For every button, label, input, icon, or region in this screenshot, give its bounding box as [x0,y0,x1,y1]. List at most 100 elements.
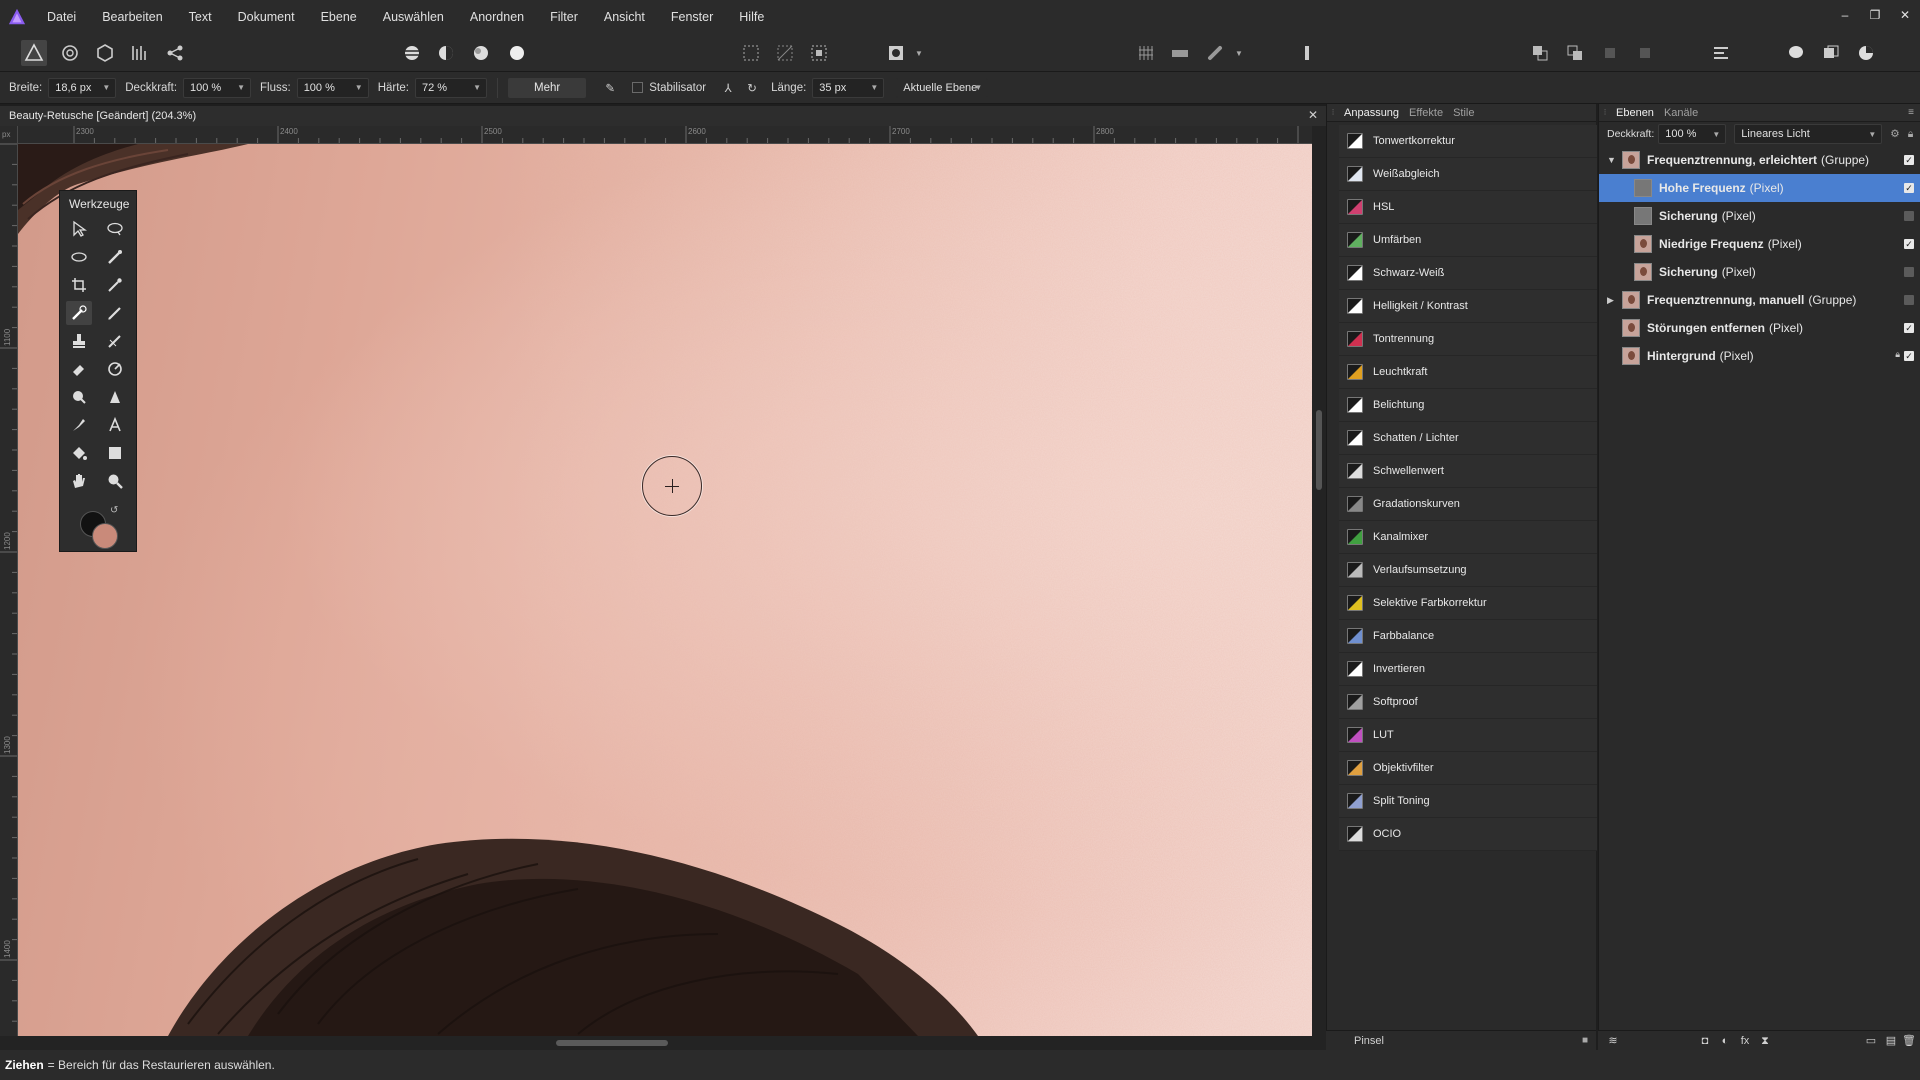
pixel-brush-tool-icon[interactable] [102,329,128,353]
snapping-icon[interactable] [1202,40,1228,66]
smudge-tool-icon[interactable] [66,385,92,409]
tab-styles[interactable]: Stile [1448,107,1479,119]
layer-scope-dropdown-icon[interactable]: ▼ [974,83,982,92]
quick-mask-icon[interactable] [883,40,909,66]
adjustment-item[interactable]: Split Toning [1339,785,1597,818]
layer-visibility-checkbox[interactable] [1904,267,1914,277]
quick-mask-dropdown-icon[interactable]: ▼ [913,40,925,66]
collapse-group-icon[interactable]: ▼ [1607,155,1619,165]
lasso-select-tool-icon[interactable] [102,217,128,241]
selection-brush-tool-icon[interactable] [102,245,128,269]
auto-colors-icon[interactable] [468,40,494,66]
flow-dropdown-icon[interactable]: ▼ [355,83,363,92]
document-tab[interactable]: Beauty-Retusche [Geändert] (204.3%) ✕ [0,106,1326,126]
delete-layer-icon[interactable]: 🗑︎ [1902,1034,1916,1048]
eraser-tool-icon[interactable] [66,357,92,381]
help-icon[interactable] [1818,40,1844,66]
adjustment-item[interactable]: Tontrennung [1339,323,1597,356]
add-pixel-layer-icon[interactable]: ▤ [1884,1034,1898,1048]
layer-opacity-dropdown-icon[interactable]: ▼ [1712,130,1720,139]
rope-mode-icon[interactable]: ⅄ [718,78,738,98]
layer-visibility-checkbox[interactable]: ✓ [1904,239,1914,249]
blend-options-gear-icon[interactable]: ⚙ [1890,128,1899,140]
affinity-photo-logo-icon[interactable] [0,0,34,34]
add-mask-icon[interactable]: ◘ [1698,1034,1712,1048]
tone-mapping-persona-icon[interactable] [127,40,153,66]
dodge-tool-icon[interactable] [102,357,128,381]
width-dropdown-icon[interactable]: ▼ [102,83,110,92]
invert-selection-icon[interactable] [806,40,832,66]
opacity-dropdown-icon[interactable]: ▼ [237,83,245,92]
adjustment-item[interactable]: Invertieren [1339,653,1597,686]
freehand-select-tool-icon[interactable] [66,245,92,269]
secondary-color-swatch[interactable] [92,523,118,549]
fill-tool-icon[interactable] [66,441,92,465]
stabilizer-checkbox[interactable] [632,82,644,93]
layer-stack-icon[interactable]: ≋ [1606,1034,1620,1048]
adjustment-item[interactable]: Weißabgleich [1339,158,1597,191]
adjustment-item[interactable]: Softproof [1339,686,1597,719]
add-adjustment-icon[interactable]: ◐ [1718,1034,1732,1048]
tab-channels[interactable]: Kanäle [1659,107,1703,119]
layer-row[interactable]: Störungen entfernen (Pixel) ✓ [1599,314,1920,342]
adjustment-item[interactable]: Tonwertkorrektur [1339,125,1597,158]
layer-row[interactable]: Niedrige Frequenz (Pixel) ✓ [1599,230,1920,258]
length-field[interactable]: 35 px ▼ [812,77,885,98]
blend-mode-dropdown-icon[interactable]: ▼ [1868,130,1876,139]
clone-stamp-tool-icon[interactable] [66,329,92,353]
adjustment-item[interactable]: Schwarz-Weiß [1339,257,1597,290]
color-picker-tool-icon[interactable] [102,273,128,297]
personas-chat-icon[interactable] [1783,40,1809,66]
layer-scope-select[interactable]: Aktuelle Ebene ▼ [896,77,989,98]
hand-tool-icon[interactable] [66,469,92,493]
adjustment-item[interactable]: Selektive Farbkorrektur [1339,587,1597,620]
menu-item[interactable]: Dokument [225,0,308,34]
arrange-bottom-icon[interactable] [1632,40,1658,66]
menu-item[interactable]: Ebene [308,0,370,34]
brush-pressure-icon[interactable]: ✎ [600,78,620,98]
paint-brush-tool-icon[interactable] [102,301,128,325]
window-mode-icon[interactable]: ↻ [742,78,762,98]
restore-button[interactable]: ❐ [1860,0,1890,30]
expand-group-icon[interactable]: ▶ [1607,295,1619,306]
panel-grip-icon[interactable]: ⁝ [1327,107,1339,118]
adjustment-item[interactable]: Schatten / Lichter [1339,422,1597,455]
liquify-persona-icon[interactable] [57,40,83,66]
layer-row[interactable]: Sicherung (Pixel) [1599,202,1920,230]
context-toolbar-toggle-icon[interactable] [1294,40,1320,66]
layer-row[interactable]: Hohe Frequenz (Pixel) ✓ [1599,174,1920,202]
snapping-dropdown-icon[interactable]: ▼ [1233,40,1245,66]
adjustment-item[interactable]: Kanalmixer [1339,521,1597,554]
arrange-forward-icon[interactable] [1527,40,1553,66]
assistant-icon[interactable] [1167,40,1193,66]
layer-opacity-field[interactable]: 100 % ▼ [1658,124,1727,144]
auto-white-balance-icon[interactable] [504,40,530,66]
menu-item[interactable]: Ansicht [591,0,658,34]
horizontal-scrollbar[interactable] [0,1036,1326,1050]
auto-levels-icon[interactable] [399,40,425,66]
menu-item[interactable]: Datei [34,0,89,34]
export-persona-icon[interactable] [162,40,188,66]
lock-icon[interactable]: 🔒︎ [1908,128,1914,141]
layer-visibility-checkbox[interactable]: ✓ [1904,351,1914,361]
adjustment-item[interactable]: Leuchtkraft [1339,356,1597,389]
adjustment-item[interactable]: Umfärben [1339,224,1597,257]
menu-item[interactable]: Auswählen [370,0,457,34]
align-icon[interactable] [1708,40,1734,66]
layer-lock-icon[interactable]: 🔒︎ [1895,349,1900,360]
adjustment-item[interactable]: Gradationskurven [1339,488,1597,521]
footer-menu-icon[interactable]: ■ [1582,1035,1588,1046]
width-field[interactable]: 18,6 px ▼ [48,77,117,98]
menu-item[interactable]: Anordnen [457,0,537,34]
photo-persona-icon[interactable] [21,40,47,66]
layer-row[interactable]: Sicherung (Pixel) [1599,258,1920,286]
layer-row[interactable]: ▼ Frequenztrennung, erleichtert (Gruppe) ✓ [1599,146,1920,174]
adjustment-item[interactable]: Objektivfilter [1339,752,1597,785]
layer-visibility-checkbox[interactable]: ✓ [1904,155,1914,165]
layer-fx-icon[interactable]: fx [1738,1034,1752,1048]
adjustment-item[interactable]: HSL [1339,191,1597,224]
deselect-icon[interactable] [772,40,798,66]
stabilizer-toggle[interactable]: Stabilisator [632,82,706,94]
layer-visibility-checkbox[interactable] [1904,211,1914,221]
layer-visibility-checkbox[interactable] [1904,295,1914,305]
